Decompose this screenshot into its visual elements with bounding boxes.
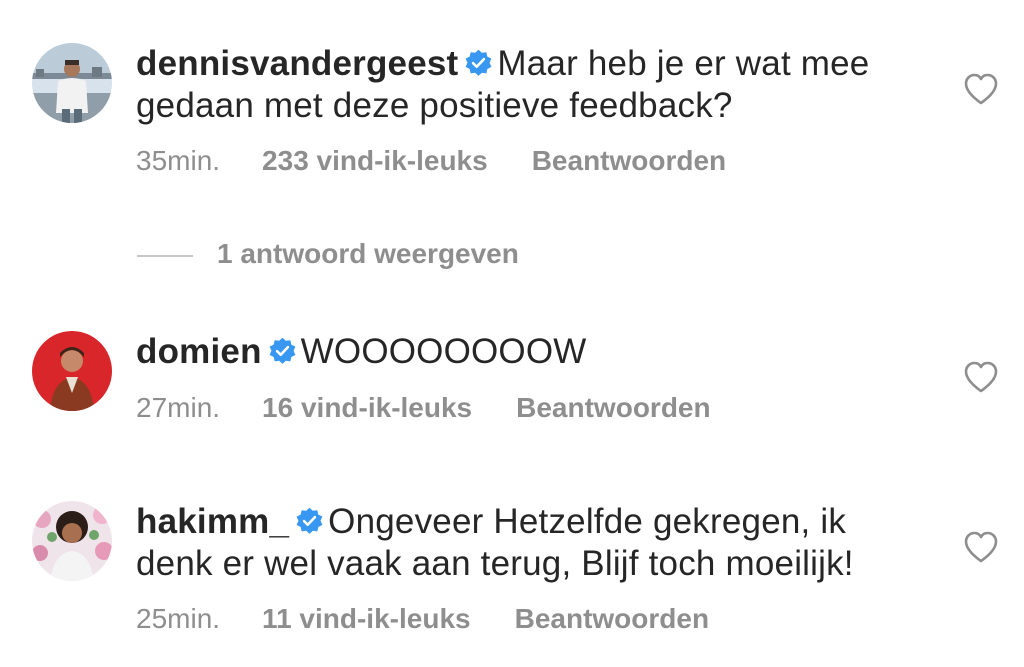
comment-username[interactable]: hakimm_: [136, 502, 289, 541]
avatar[interactable]: [32, 501, 112, 581]
comment-body: dennisvandergeest Maar heb je er wat mee …: [136, 43, 926, 127]
comment-body: hakimm_ Ongeveer Hetzelfde gekregen, ik d…: [136, 501, 926, 585]
comment-username[interactable]: dennisvandergeest: [136, 44, 458, 83]
verified-badge-icon: [268, 334, 297, 364]
verified-badge-icon: [295, 504, 324, 534]
likes-count-link[interactable]: 11 vind-ik-leuks: [262, 603, 471, 634]
reply-button[interactable]: Beantwoorden: [516, 392, 710, 423]
comment-time: 35min.: [136, 145, 221, 176]
avatar-image: [32, 43, 112, 123]
avatar-image: [32, 501, 112, 581]
avatar[interactable]: [32, 43, 112, 123]
verified-badge-icon: [464, 46, 493, 76]
likes-count-link[interactable]: 233 vind-ik-leuks: [262, 145, 488, 176]
reply-button[interactable]: Beantwoorden: [532, 145, 726, 176]
comment-time: 25min.: [136, 603, 221, 634]
replies-divider-line: [137, 254, 193, 257]
comment-username[interactable]: domien: [136, 332, 262, 371]
comment-meta: 35min. 233 vind-ik-leuks Beantwoorden: [136, 144, 726, 178]
comment-time: 27min.: [136, 392, 221, 423]
heart-outline-icon[interactable]: [963, 530, 999, 564]
view-replies-label: 1 antwoord weergeven: [217, 238, 519, 269]
heart-outline-icon[interactable]: [963, 72, 999, 106]
view-replies-button[interactable]: 1 antwoord weergeven: [137, 236, 519, 272]
comment-text: WOOOOOOOOW: [300, 332, 587, 371]
avatar-image: [32, 331, 112, 411]
comment-meta: 27min. 16 vind-ik-leuks Beantwoorden: [136, 391, 711, 425]
comment-meta: 25min. 11 vind-ik-leuks Beantwoorden: [136, 602, 709, 636]
reply-button[interactable]: Beantwoorden: [515, 603, 709, 634]
comment-body: domien WOOOOOOOOW: [136, 331, 926, 373]
avatar[interactable]: [32, 331, 112, 411]
likes-count-link[interactable]: 16 vind-ik-leuks: [262, 392, 472, 423]
heart-outline-icon[interactable]: [963, 360, 999, 394]
